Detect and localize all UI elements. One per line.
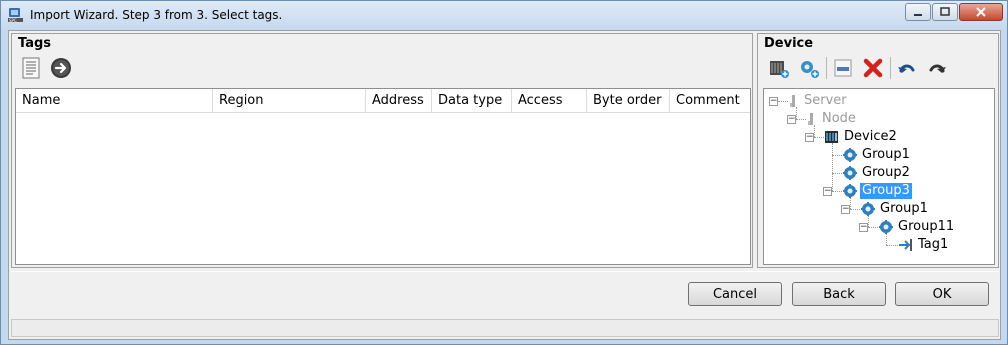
import-wizard-window: SPC Import Wizard. Step 3 from 3. Select… bbox=[0, 0, 1008, 345]
tag-icon bbox=[899, 239, 912, 251]
import-arrow-button[interactable] bbox=[48, 55, 74, 81]
minimize-icon bbox=[914, 14, 922, 16]
svg-text:SPC: SPC bbox=[9, 18, 17, 23]
status-bar bbox=[11, 319, 999, 337]
tree-expander-node[interactable]: − bbox=[787, 115, 796, 124]
tree-node-label: Tag1 bbox=[918, 237, 949, 252]
document-list-button[interactable] bbox=[18, 55, 44, 81]
add-device-button[interactable] bbox=[766, 55, 792, 81]
tree-expander-device2[interactable]: − bbox=[805, 133, 814, 142]
add-group-button[interactable] bbox=[796, 55, 822, 81]
close-button[interactable] bbox=[959, 3, 1003, 21]
tree-expander-group1-nested[interactable]: − bbox=[841, 205, 850, 214]
delete-icon bbox=[863, 58, 883, 78]
tree-node-server[interactable]: Server bbox=[788, 92, 849, 110]
toolbar-separator bbox=[826, 57, 827, 79]
device-panel: Device − Server − Node − Device2 Group1 … bbox=[757, 33, 999, 268]
redo-button[interactable] bbox=[924, 55, 950, 81]
add-tag-button[interactable] bbox=[830, 55, 856, 81]
minimize-button[interactable] bbox=[905, 3, 931, 21]
wizard-footer: Cancel Back OK bbox=[11, 271, 999, 321]
tree-node-group1-nested[interactable]: Group1 bbox=[860, 200, 930, 218]
tree-node-device2[interactable]: Device2 bbox=[824, 128, 899, 146]
add-device-icon bbox=[770, 61, 789, 78]
title-bar[interactable]: SPC Import Wizard. Step 3 from 3. Select… bbox=[1, 1, 1007, 29]
column-header-region[interactable]: Region bbox=[213, 89, 366, 113]
column-header-data-type[interactable]: Data type bbox=[432, 89, 512, 113]
device-panel-title: Device bbox=[764, 36, 814, 51]
tree-node-group2[interactable]: Group2 bbox=[842, 164, 912, 182]
column-header-byte-order[interactable]: Byte order bbox=[587, 89, 670, 113]
tags-grid-header: Name Region Address Data type Access Byt… bbox=[16, 89, 750, 113]
node-icon bbox=[808, 113, 813, 125]
tags-panel: Tags Name Region Address Data type Acces… bbox=[11, 33, 753, 268]
group-icon bbox=[861, 202, 875, 216]
undo-button[interactable] bbox=[894, 55, 920, 81]
add-group-icon bbox=[801, 61, 819, 78]
tree-node-label: Group1 bbox=[880, 201, 928, 216]
tree-node-label: Group11 bbox=[898, 219, 955, 234]
tree-node-node[interactable]: Node bbox=[806, 110, 858, 128]
tree-node-label: Group3 bbox=[860, 183, 912, 199]
device-tree[interactable]: − Server − Node − Device2 Group1 Group2 … bbox=[763, 88, 995, 265]
wizard-client-area: Tags Name Region Address Data type Acces… bbox=[8, 30, 1001, 340]
tree-node-group11[interactable]: Group11 bbox=[878, 218, 956, 236]
column-header-access[interactable]: Access bbox=[512, 89, 587, 113]
tags-panel-title: Tags bbox=[18, 36, 52, 51]
redo-icon bbox=[929, 64, 946, 73]
tree-node-label: Group2 bbox=[862, 165, 910, 180]
tree-expander-group11[interactable]: − bbox=[859, 223, 868, 232]
tree-expander-group3[interactable]: − bbox=[823, 187, 832, 196]
tree-node-group1[interactable]: Group1 bbox=[842, 146, 912, 164]
document-list-icon bbox=[22, 57, 40, 79]
undo-icon bbox=[898, 64, 915, 73]
column-header-address[interactable]: Address bbox=[366, 89, 432, 113]
tags-toolbar bbox=[18, 54, 78, 82]
tree-expander-server[interactable]: − bbox=[769, 97, 778, 106]
delete-button[interactable] bbox=[860, 55, 886, 81]
arrow-right-circle-icon bbox=[51, 58, 71, 78]
tree-node-tag1[interactable]: Tag1 bbox=[898, 236, 950, 254]
back-button[interactable]: Back bbox=[792, 282, 886, 306]
server-icon bbox=[790, 95, 795, 107]
device-toolbar bbox=[766, 54, 954, 82]
tags-grid[interactable]: Name Region Address Data type Access Byt… bbox=[15, 88, 751, 265]
group-icon bbox=[879, 220, 893, 234]
column-header-name[interactable]: Name bbox=[16, 89, 213, 113]
group-icon bbox=[843, 166, 857, 180]
group-icon bbox=[843, 184, 857, 198]
group-icon bbox=[843, 148, 857, 162]
close-icon bbox=[976, 7, 986, 17]
tree-node-label: Node bbox=[822, 111, 856, 126]
maximize-icon bbox=[940, 7, 950, 16]
toolbar-separator bbox=[890, 57, 891, 79]
tree-node-label: Device2 bbox=[844, 129, 897, 144]
cancel-button[interactable]: Cancel bbox=[688, 282, 782, 306]
add-tag-icon bbox=[834, 59, 852, 77]
tree-node-group3[interactable]: Group3 bbox=[842, 182, 912, 200]
app-icon: SPC bbox=[7, 7, 24, 24]
maximize-button[interactable] bbox=[932, 3, 958, 21]
tree-node-label: Server bbox=[804, 93, 847, 108]
ok-button[interactable]: OK bbox=[895, 282, 989, 306]
tree-node-label: Group1 bbox=[862, 147, 910, 162]
window-title: Import Wizard. Step 3 from 3. Select tag… bbox=[30, 8, 283, 22]
column-header-comment[interactable]: Comment bbox=[670, 89, 750, 113]
device-icon bbox=[825, 131, 838, 143]
